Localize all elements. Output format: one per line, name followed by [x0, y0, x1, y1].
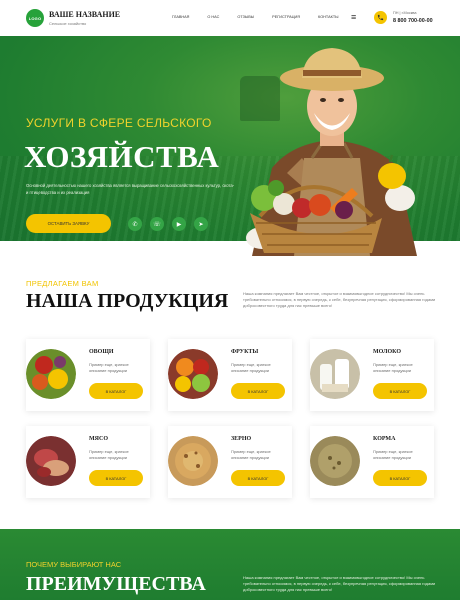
fruits-image [168, 349, 218, 399]
logo[interactable]: LOGO [26, 9, 44, 27]
product-title: ОВОЩИ [89, 349, 114, 355]
menu-icon[interactable]: ≡ [351, 12, 356, 22]
whatsapp-icon[interactable]: ✆ [128, 217, 142, 231]
product-title: КОРМА [373, 436, 396, 442]
product-title: ФРУКТЫ [231, 349, 259, 355]
social-links: ✆ ☏ ▶ ➤ [128, 217, 216, 231]
site-header: LOGO ВАШЕ НАЗВАНИЕ Сельское хозяйство Гл… [0, 0, 460, 36]
hero-kicker: УСЛУГИ В СФЕРЕ СЕЛЬСКОГО [26, 116, 212, 130]
leave-request-button[interactable]: ОСТАВИТЬ ЗАЯВКУ [26, 214, 111, 233]
nav-item-home[interactable]: Главная [172, 15, 189, 19]
product-card-vegetables[interactable]: ОВОЩИ Пример еще, краткое описание проду… [26, 339, 150, 411]
brand-subtitle: Сельское хозяйство [49, 21, 87, 26]
product-title: МЯСО [89, 436, 108, 442]
hero-title: ХОЗЯЙСТВА [24, 139, 220, 174]
main-nav: Главная О нас Отзывы Регистрация Контакт… [172, 15, 357, 19]
product-description: Пример еще, краткое описание продукции [89, 362, 129, 373]
youtube-icon[interactable]: ▶ [172, 217, 186, 231]
nav-item-about[interactable]: О нас [207, 15, 219, 19]
advantages-kicker: ПОЧЕМУ ВЫБИРАЮТ НАС [26, 560, 122, 569]
product-description: Пример еще, краткое описание продукции [231, 362, 271, 373]
catalog-button[interactable]: В КАТАЛОГ [89, 470, 143, 486]
product-card-feed[interactable]: КОРМА Пример еще, краткое описание проду… [310, 426, 434, 498]
nav-item-registration[interactable]: Регистрация [272, 15, 300, 19]
vegetables-image [26, 349, 76, 399]
products-title: НАША ПРОДУКЦИЯ [26, 290, 229, 312]
catalog-button[interactable]: В КАТАЛОГ [231, 470, 285, 486]
meat-image [26, 436, 76, 486]
brand-name[interactable]: ВАШЕ НАЗВАНИЕ [49, 10, 120, 19]
product-description: Пример еще, краткое описание продукции [231, 449, 271, 460]
hero-description: Основной деятельностью нашего хозяйства … [26, 183, 235, 195]
product-card-meat[interactable]: МЯСО Пример еще, краткое описание продук… [26, 426, 150, 498]
nav-item-reviews[interactable]: Отзывы [237, 15, 254, 19]
advantages-description: Наша компания предлагает Вам честное, от… [243, 575, 436, 592]
product-card-milk[interactable]: МОЛОКО Пример еще, краткое описание прод… [310, 339, 434, 411]
product-description: Пример еще, краткое описание продукции [373, 449, 413, 460]
catalog-button[interactable]: В КАТАЛОГ [373, 383, 427, 399]
product-title: ЗЕРНО [231, 436, 252, 442]
phone-city: ПН | г.Москва [393, 11, 417, 15]
telegram-icon[interactable]: ➤ [194, 217, 208, 231]
product-card-grain[interactable]: ЗЕРНО Пример еще, краткое описание проду… [168, 426, 292, 498]
catalog-button[interactable]: В КАТАЛОГ [231, 383, 285, 399]
product-description: Пример еще, краткое описание продукции [89, 449, 129, 460]
phone-icon[interactable] [374, 11, 387, 24]
advantages-section: ПОЧЕМУ ВЫБИРАЮТ НАС ПРЕИМУЩЕСТВА Наша ко… [0, 529, 460, 600]
viber-icon[interactable]: ☏ [150, 217, 164, 231]
product-description: Пример еще, краткое описание продукции [373, 362, 413, 373]
advantages-title: ПРЕИМУЩЕСТВА [26, 573, 206, 595]
product-card-fruits[interactable]: ФРУКТЫ Пример еще, краткое описание прод… [168, 339, 292, 411]
phone-number[interactable]: 8 800 700-00-00 [393, 18, 433, 24]
milk-image [310, 349, 360, 399]
products-kicker: ПРЕДЛАГАЕМ ВАМ [26, 279, 99, 288]
products-description: Наша компания предлагает Вам честное, от… [243, 291, 436, 308]
farmer-illustration [246, 48, 417, 256]
feed-image [310, 436, 360, 486]
catalog-button[interactable]: В КАТАЛОГ [89, 383, 143, 399]
product-title: МОЛОКО [373, 349, 402, 355]
catalog-button[interactable]: В КАТАЛОГ [373, 470, 427, 486]
nav-item-contacts[interactable]: Контакты [318, 15, 338, 19]
grain-image [168, 436, 218, 486]
